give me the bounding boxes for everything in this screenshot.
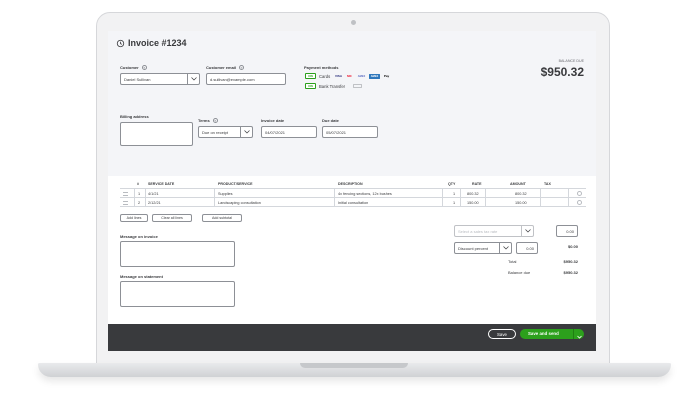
due-date-label: Due date	[322, 118, 339, 123]
table-row[interactable]: 2 2/12/21 Landscaping consultation Initi…	[120, 198, 586, 207]
row-product[interactable]: Supplies	[218, 192, 233, 196]
total-value: $950.32	[563, 259, 578, 264]
table-row[interactable]: 1 4/1/21 Supplies 4x fencing sections, 1…	[120, 189, 586, 198]
billing-address-label: Billing address	[120, 114, 149, 119]
invoice-date-field[interactable]: 04/07/2021	[261, 126, 317, 138]
drag-handle-icon[interactable]	[123, 200, 128, 205]
cards-toggle[interactable]: ON	[305, 73, 316, 79]
row-rate[interactable]: 150.00	[467, 201, 479, 205]
camera-icon	[351, 20, 356, 25]
payment-methods-label: Payment methods	[304, 65, 339, 70]
invoice-screen: Invoice #1234 Customer? Daniel Sullivan …	[108, 31, 596, 351]
billing-address-field[interactable]	[120, 122, 193, 146]
row-rate[interactable]: 800.32	[467, 192, 479, 196]
save-button[interactable]: Save	[488, 329, 516, 339]
discount-type-select[interactable]: Discount percent	[454, 242, 512, 254]
apple-pay-icon: Pay	[383, 73, 390, 78]
page-title: Invoice #1234	[128, 38, 187, 48]
visa-icon: VISA	[334, 73, 342, 78]
row-number: 2	[138, 200, 141, 205]
discount-input[interactable]: 0.00	[516, 242, 538, 254]
row-number: 1	[138, 191, 141, 196]
col-qty: QTY	[448, 182, 456, 186]
laptop-stage: Invoice #1234 Customer? Daniel Sullivan …	[0, 0, 688, 400]
amex-icon: AMEX	[369, 73, 380, 79]
chevron-down-icon[interactable]	[499, 243, 511, 253]
col-tax: TAX	[544, 182, 551, 186]
bank-icon	[353, 84, 362, 88]
message-on-statement-label: Message on statement	[120, 274, 163, 279]
terms-select[interactable]: Due on receipt	[198, 126, 253, 138]
discount-amount: $0.00	[567, 244, 578, 249]
col-amount: AMOUNT	[510, 182, 526, 186]
help-icon[interactable]: ?	[239, 65, 245, 70]
row-qty[interactable]: 1	[453, 192, 455, 196]
message-on-statement-field[interactable]	[120, 281, 235, 307]
row-service-date[interactable]: 4/1/21	[148, 192, 159, 196]
cards-label: Cards	[319, 73, 331, 79]
col-service-date: SERVICE DATE	[148, 182, 175, 186]
sales-tax-placeholder: Select a sales tax rate	[458, 229, 498, 234]
col-description: DESCRIPTION	[338, 182, 363, 186]
customer-select[interactable]: Daniel Sullivan	[120, 73, 200, 85]
sales-tax-input[interactable]: 0.00	[556, 225, 578, 237]
add-lines-button[interactable]: Add lines	[120, 214, 148, 222]
balance-due-summary-label: Balance due	[508, 270, 531, 275]
row-product[interactable]: Landscaping consultation	[218, 201, 261, 205]
trash-icon[interactable]	[577, 191, 582, 196]
invoice-date-label: Invoice date	[261, 118, 285, 123]
clear-all-lines-button[interactable]: Clear all lines	[152, 214, 192, 222]
message-on-invoice-label: Message on invoice	[120, 234, 158, 239]
row-qty[interactable]: 1	[453, 201, 455, 205]
drag-handle-icon[interactable]	[123, 191, 128, 196]
col-rate: RATE	[472, 182, 482, 186]
mastercard-icon: MC	[347, 73, 352, 78]
col-number: #	[137, 182, 139, 186]
terms-value: Due on receipt	[202, 130, 229, 135]
balance-due-label: BALANCE DUE	[558, 59, 584, 63]
row-amount[interactable]: 800.32	[515, 192, 527, 196]
trash-icon[interactable]	[577, 200, 582, 205]
bank-transfer-toggle[interactable]: ON	[305, 83, 316, 89]
help-icon[interactable]: ?	[141, 65, 147, 70]
laptop-notch	[300, 363, 408, 368]
message-on-invoice-field[interactable]	[120, 241, 235, 267]
total-label: Total	[508, 259, 517, 264]
chevron-down-icon[interactable]	[573, 329, 584, 339]
chevron-down-icon[interactable]	[187, 74, 199, 84]
chevron-down-icon[interactable]	[240, 127, 252, 137]
add-subtotal-button[interactable]: Add subtotal	[202, 214, 242, 222]
due-date-field[interactable]: 05/07/2021	[322, 126, 378, 138]
row-description[interactable]: 4x fencing sections, 12x bushes	[338, 192, 392, 196]
history-icon[interactable]	[116, 39, 125, 48]
customer-email-label: Customer email?	[206, 65, 245, 70]
row-description[interactable]: Initial consultation	[338, 201, 368, 205]
chevron-down-icon[interactable]	[521, 226, 533, 236]
col-product-service: PRODUCT/SERVICE	[218, 182, 253, 186]
line-items-header: # SERVICE DATE PRODUCT/SERVICE DESCRIPTI…	[120, 180, 586, 189]
balance-due-value: $950.32	[540, 65, 584, 79]
help-icon[interactable]: ?	[212, 118, 218, 123]
row-service-date[interactable]: 2/12/21	[148, 201, 161, 205]
bank-transfer-label: Bank Transfer	[319, 83, 346, 89]
sales-tax-select[interactable]: Select a sales tax rate	[454, 225, 534, 237]
customer-email-field[interactable]: d.sullivan@example.com	[206, 73, 286, 85]
terms-label: Terms?	[198, 118, 218, 123]
discount-type-value: Discount percent	[458, 246, 489, 251]
balance-due-summary-value: $950.32	[563, 270, 578, 275]
discover-icon: AMEX	[357, 74, 366, 78]
customer-label: Customer?	[120, 65, 147, 70]
row-amount[interactable]: 150.00	[515, 201, 527, 205]
customer-value: Daniel Sullivan	[124, 77, 151, 82]
invoice-header-area	[108, 31, 596, 176]
